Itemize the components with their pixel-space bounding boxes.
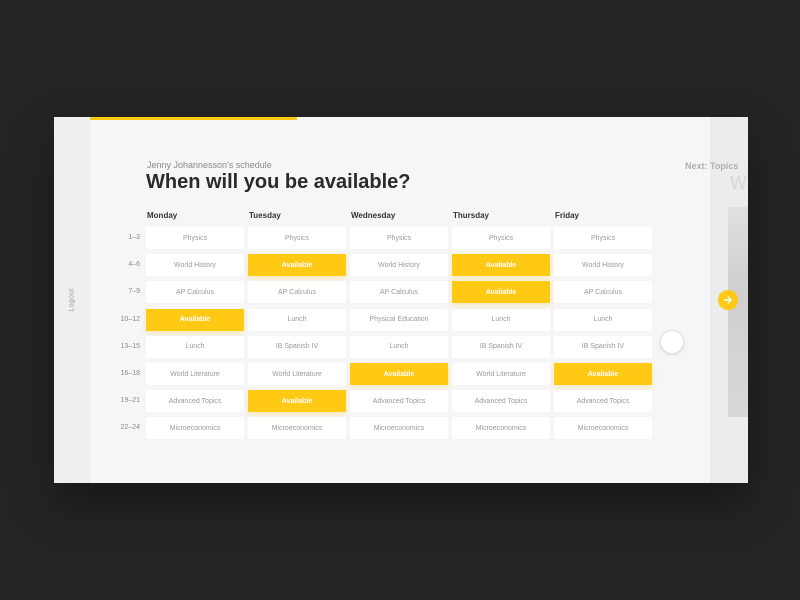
slot-available[interactable]: Available <box>248 254 346 277</box>
slot-class[interactable]: World Literature <box>146 363 244 385</box>
slot-class[interactable]: Microeconomics <box>350 417 448 440</box>
slot-class[interactable]: Microeconomics <box>146 417 244 440</box>
time-slot-label: 1–3 <box>128 234 140 241</box>
slot-class[interactable]: AP Calculus <box>146 281 244 304</box>
progress-bar <box>90 117 297 120</box>
time-slot-label: 10–12 <box>120 315 140 323</box>
slot-class[interactable]: IB Spanish IV <box>554 335 652 358</box>
slot-class[interactable]: Lunch <box>350 335 448 358</box>
slot-class[interactable]: World Literature <box>452 363 550 385</box>
arrow-right-icon <box>723 296 732 304</box>
slot-available[interactable]: Available <box>248 390 346 413</box>
slot-class[interactable]: Physics <box>248 227 346 249</box>
next-step-peek-text: W <box>730 173 747 193</box>
slot-available[interactable]: Available <box>452 281 550 304</box>
time-slot-label: 16–18 <box>120 370 140 377</box>
next-step-label[interactable]: Next: Topics <box>685 161 738 171</box>
slot-class[interactable]: Physics <box>452 227 550 249</box>
next-button[interactable] <box>718 290 738 310</box>
slot-available[interactable]: Available <box>452 254 550 277</box>
slot-class[interactable]: Advanced Topics <box>452 390 550 413</box>
slot-class[interactable]: World Literature <box>248 363 346 385</box>
slot-class[interactable]: World History <box>350 254 448 277</box>
slot-available[interactable]: Available <box>554 363 652 385</box>
time-slot-label: 22–24 <box>120 424 140 432</box>
slot-class[interactable]: Lunch <box>452 308 550 331</box>
day-header: Thursday <box>453 211 490 220</box>
slot-class[interactable]: Lunch <box>248 308 346 331</box>
slot-class[interactable]: AP Calculus <box>248 281 346 304</box>
left-rail: Logout <box>54 117 90 483</box>
slot-available[interactable]: Available <box>146 308 244 331</box>
slot-class[interactable]: Physics <box>350 227 448 249</box>
slot-class[interactable]: IB Spanish IV <box>452 335 550 358</box>
slot-class[interactable]: World History <box>554 254 652 277</box>
slot-class[interactable]: Physics <box>554 227 652 249</box>
next-step-preview-image <box>728 207 748 417</box>
day-header: Monday <box>147 211 178 220</box>
slot-class[interactable]: Physical Education <box>350 308 448 331</box>
slot-class[interactable]: Advanced Topics <box>554 390 652 413</box>
slot-available[interactable]: Available <box>350 363 448 385</box>
slot-class[interactable]: World History <box>146 254 244 277</box>
day-header: Wednesday <box>351 211 396 220</box>
time-slot-label: 7–9 <box>128 288 140 296</box>
schedule-owner: Jenny Johannesson's schedule <box>147 160 272 170</box>
slot-class[interactable]: Microeconomics <box>554 417 652 440</box>
logout-button[interactable]: Logout <box>69 288 76 311</box>
slot-class[interactable]: Advanced Topics <box>146 390 244 413</box>
time-slot-label: 4–6 <box>128 261 140 269</box>
slot-class[interactable]: Advanced Topics <box>350 390 448 413</box>
slot-class[interactable]: AP Calculus <box>350 281 448 304</box>
time-slot-label: 13–15 <box>120 342 140 350</box>
slot-class[interactable]: Physics <box>146 227 244 249</box>
schedule-window: Logout W Next: Topics Jenny Johannesson'… <box>54 117 748 483</box>
day-header: Tuesday <box>249 211 281 220</box>
slot-class[interactable]: Microeconomics <box>452 417 550 440</box>
slot-class[interactable]: IB Spanish IV <box>248 335 346 358</box>
page-title: When will you be available? <box>146 171 411 193</box>
time-slot-label: 19–21 <box>120 397 140 405</box>
slot-class[interactable]: Microeconomics <box>248 417 346 440</box>
drag-handle[interactable] <box>660 330 684 354</box>
day-header: Friday <box>555 211 580 220</box>
slot-class[interactable]: Lunch <box>146 335 244 358</box>
slot-class[interactable]: AP Calculus <box>554 281 652 304</box>
slot-class[interactable]: Lunch <box>554 308 652 331</box>
